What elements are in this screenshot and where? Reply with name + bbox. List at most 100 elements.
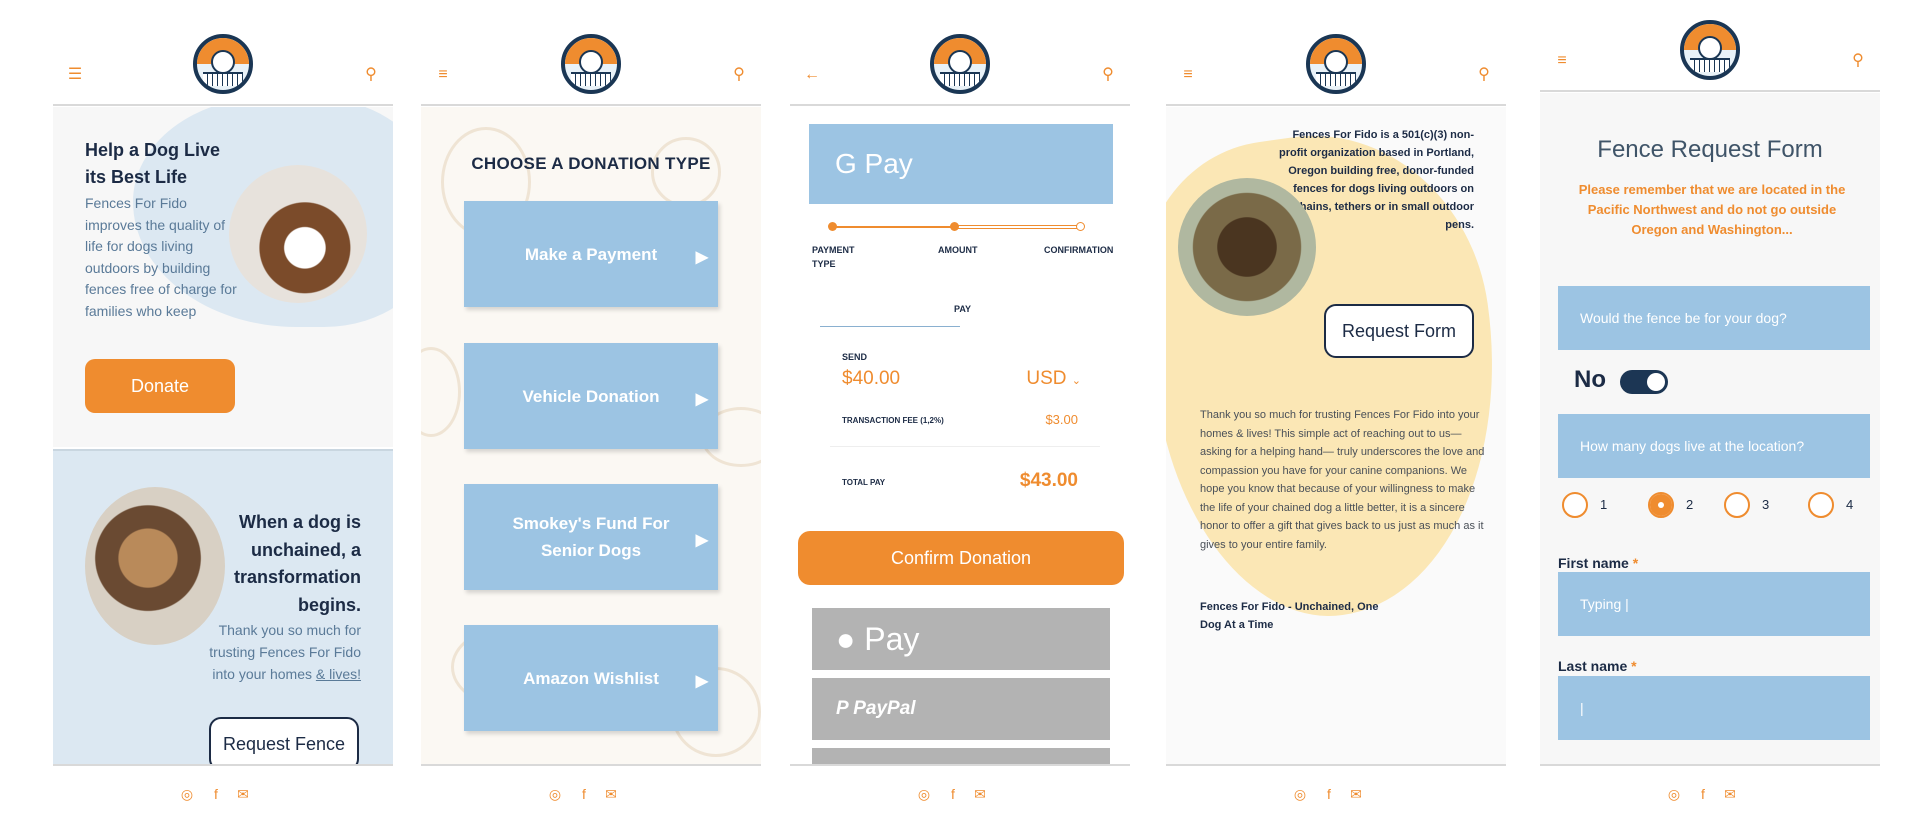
search-icon[interactable]: ⚲ [361, 66, 381, 84]
instagram-icon[interactable]: ◎ [179, 786, 195, 803]
donate-button[interactable]: Donate [85, 359, 235, 413]
instagram-icon[interactable]: ◎ [916, 786, 932, 803]
vehicle-donation-button[interactable]: Vehicle Donation ▶ [464, 343, 718, 449]
play-arrow-icon: ▶ [695, 673, 708, 690]
first-name-label: First name * [1558, 555, 1639, 571]
donation-type-screen: CHOOSE A DONATION TYPE Make a Payment ▶ V… [421, 0, 761, 836]
location-note: Please remember that we are located in t… [1578, 182, 1846, 237]
question-dog-count: How many dogs live at the location? [1558, 414, 1870, 478]
app-header: ☰ ⚲ [53, 0, 393, 106]
last-name-field[interactable]: | [1558, 676, 1870, 740]
arrow-left-icon[interactable]: ← [802, 66, 822, 84]
logo[interactable] [930, 34, 990, 94]
facebook-icon[interactable]: f [1695, 786, 1711, 802]
logo[interactable] [561, 34, 621, 94]
lives-link[interactable]: & lives! [316, 666, 361, 682]
radio-label: 1 [1600, 497, 1608, 512]
page-title: CHOOSE A DONATION TYPE [471, 154, 711, 173]
tab-pay[interactable]: PAY [954, 304, 971, 314]
hero-title: Help a Dog Live its Best Life [85, 140, 221, 187]
search-icon[interactable]: ⚲ [1098, 66, 1118, 84]
hamburger-icon[interactable]: ≡ [433, 66, 453, 84]
footer: ◎ f ✉ [790, 764, 1130, 836]
question-own-dog: Would the fence be for your dog? [1558, 286, 1870, 350]
step-label: AMOUNT [938, 245, 978, 255]
hamburger-icon[interactable]: ☰ [65, 66, 85, 84]
unchained-section: When a dog is unchained, a transformatio… [53, 449, 393, 771]
footer: ◎ f ✉ [421, 764, 761, 836]
radio-label: 3 [1762, 497, 1770, 512]
radio-3[interactable] [1724, 492, 1750, 518]
dog-photo [229, 165, 367, 303]
radio-2[interactable] [1648, 492, 1674, 518]
page-title: Fence Request Form [1597, 136, 1823, 163]
logo[interactable] [1306, 34, 1366, 94]
instagram-icon[interactable]: ◎ [547, 786, 563, 803]
payment-option[interactable] [812, 748, 1110, 764]
facebook-icon[interactable]: f [208, 786, 224, 802]
section-text: Thank you so much for trusting Fences Fo… [209, 622, 361, 682]
dog-photo [1178, 178, 1316, 316]
currency-select[interactable]: USD ⌄ [1026, 368, 1081, 390]
progress-step [828, 222, 837, 231]
first-name-field[interactable]: Typing | [1558, 572, 1870, 636]
google-pay-button[interactable]: G Pay [809, 124, 1113, 204]
logo[interactable] [1680, 20, 1740, 80]
footer: ◎ f ✉ [1166, 764, 1506, 836]
mail-icon[interactable]: ✉ [1348, 786, 1364, 803]
own-dog-toggle[interactable] [1620, 370, 1668, 394]
amazon-wishlist-button[interactable]: Amazon Wishlist ▶ [464, 625, 718, 731]
logo[interactable] [193, 34, 253, 94]
section-title: When a dog is unchained, a transformatio… [233, 512, 361, 615]
step-label: CONFIRMATION [1044, 245, 1114, 255]
step-label: PAYMENT TYPE [812, 245, 855, 269]
hero-text: Fences For Fido improves the quality of … [85, 195, 237, 319]
payment-screen: G Pay PAYMENT TYPE AMOUNT CONFIRMATION P… [790, 0, 1130, 836]
mail-icon[interactable]: ✉ [603, 786, 619, 803]
hamburger-icon[interactable]: ≡ [1552, 52, 1572, 70]
hero-section: Help a Dog Live its Best Life Fences For… [53, 107, 393, 447]
play-arrow-icon: ▶ [695, 249, 708, 266]
apple-pay-button[interactable]: ● Pay [812, 608, 1110, 670]
request-form-button[interactable]: Request Form [1324, 304, 1474, 358]
radio-1[interactable] [1562, 492, 1588, 518]
total-value: $43.00 [1019, 470, 1078, 491]
facebook-icon[interactable]: f [945, 786, 961, 802]
radio-4[interactable] [1808, 492, 1834, 518]
tagline: Fences For Fido - Unchained, One Dog At … [1200, 601, 1379, 631]
amount-input[interactable]: $40.00 [842, 368, 900, 390]
play-arrow-icon: ▶ [695, 391, 708, 408]
total-label: TOTAL PAY [842, 478, 886, 487]
home-screen: Help a Dog Live its Best Life Fences For… [53, 0, 393, 836]
radio-label: 4 [1846, 497, 1854, 512]
progress-step [1076, 222, 1085, 231]
facebook-icon[interactable]: f [1321, 786, 1337, 802]
hamburger-icon[interactable]: ≡ [1178, 66, 1198, 84]
mail-icon[interactable]: ✉ [1722, 786, 1738, 803]
search-icon[interactable]: ⚲ [729, 66, 749, 84]
apple-icon: ● [836, 621, 856, 657]
request-fence-button[interactable]: Request Fence [209, 717, 359, 771]
about-screen: Fences For Fido is a 501(c)(3) non-profi… [1166, 0, 1506, 836]
last-name-label: Last name * [1558, 658, 1637, 674]
fee-label: TRANSACTION FEE (1,2%) [842, 416, 944, 425]
progress-step [950, 222, 959, 231]
chevron-down-icon: ⌄ [1071, 375, 1081, 387]
mail-icon[interactable]: ✉ [235, 786, 251, 803]
instagram-icon[interactable]: ◎ [1292, 786, 1308, 803]
search-icon[interactable]: ⚲ [1848, 52, 1868, 70]
radio-label: 2 [1686, 497, 1694, 512]
confirm-donation-button[interactable]: Confirm Donation [798, 531, 1124, 585]
instagram-icon[interactable]: ◎ [1666, 786, 1682, 803]
senior-dogs-fund-button[interactable]: Smokey's Fund For Senior Dogs ▶ [464, 484, 718, 590]
search-icon[interactable]: ⚲ [1474, 66, 1494, 84]
fence-request-screen: Fence Request Form Please remember that … [1540, 0, 1880, 836]
paypal-button[interactable]: P PayPal [812, 678, 1110, 740]
mail-icon[interactable]: ✉ [972, 786, 988, 803]
app-header: ← ⚲ [790, 0, 1130, 106]
footer: ◎ f ✉ [53, 764, 393, 836]
body-text: Thank you so much for trusting Fences Fo… [1200, 409, 1485, 551]
paypal-icon: P [836, 698, 848, 719]
facebook-icon[interactable]: f [576, 786, 592, 802]
make-payment-button[interactable]: Make a Payment ▶ [464, 201, 718, 307]
